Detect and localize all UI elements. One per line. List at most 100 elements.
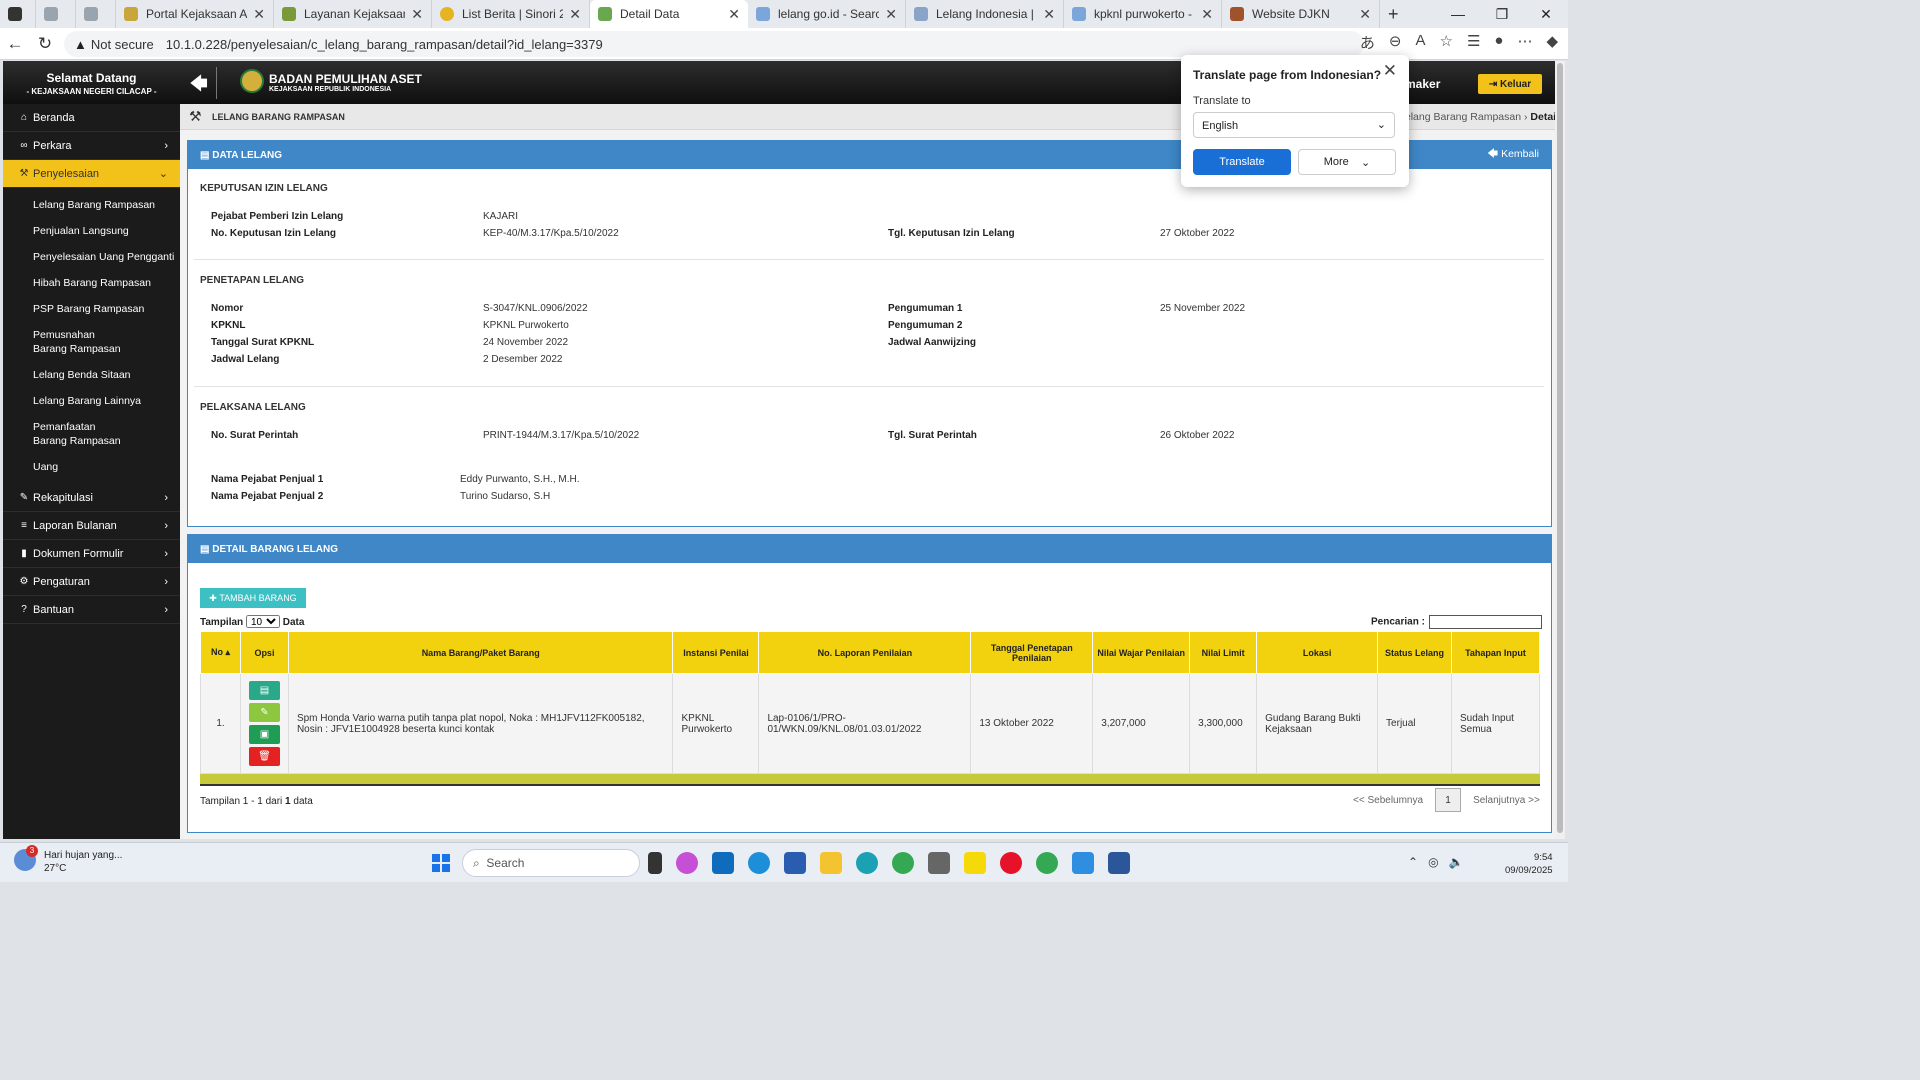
close-icon[interactable]: ✕ [1383, 61, 1397, 81]
current-page-button[interactable]: 1 [1435, 788, 1462, 812]
folder-icon[interactable] [820, 852, 842, 874]
refresh-icon[interactable]: ↻ [30, 34, 60, 54]
word-icon[interactable] [1108, 852, 1130, 874]
volume-icon[interactable]: 🔈 [1449, 855, 1464, 869]
submenu-item-psp[interactable]: PSP Barang Rampasan [3, 296, 180, 322]
save-icon[interactable]: ▣ [248, 725, 280, 744]
prev-page-button[interactable]: << Sebelumnya [1353, 795, 1423, 806]
page-size-select[interactable]: 10 [245, 615, 280, 628]
sidebar-item-bantuan[interactable]: ? Bantuan › [3, 596, 180, 624]
column-header[interactable]: Lokasi [1256, 631, 1379, 674]
copilot-icon[interactable] [676, 852, 698, 874]
edge-icon[interactable] [748, 852, 770, 874]
tab-portal-kejaksaan[interactable]: Portal Kejaksaan Agung R ✕ [116, 0, 274, 28]
column-header[interactable]: Nilai Limit [1189, 631, 1258, 674]
edit-icon[interactable]: ✎ [248, 703, 280, 722]
close-icon[interactable]: ✕ [569, 6, 581, 23]
close-icon[interactable]: ✕ [253, 6, 265, 23]
column-header[interactable]: Tanggal Penetapan Penilaian [970, 631, 1094, 674]
sidebar-item-perkara[interactable]: ∞ Perkara › [3, 132, 180, 160]
chrome-icon[interactable] [892, 852, 914, 874]
close-icon[interactable]: ✕ [728, 6, 740, 23]
sidebar-item-pengaturan[interactable]: ⚙ Pengaturan › [3, 568, 180, 596]
favorite-icon[interactable]: ☆ [1439, 32, 1452, 53]
more-button[interactable]: More ⌄ [1298, 149, 1396, 175]
submenu-item-hibah[interactable]: Hibah Barang Rampasan [3, 270, 180, 296]
store-icon[interactable] [784, 852, 806, 874]
submenu-item-benda-sitaan[interactable]: Lelang Benda Sitaan [3, 362, 180, 388]
close-window-icon[interactable]: ✕ [1524, 0, 1568, 28]
zoom-icon[interactable]: ⊖ [1389, 32, 1402, 53]
column-header[interactable]: Instansi Penilai [672, 631, 760, 674]
tab-website-djkn[interactable]: Website DJKN ✕ [1222, 0, 1380, 28]
tab-list-berita[interactable]: List Berita | Sinori 2.0 ✕ [432, 0, 590, 28]
calculator-icon[interactable] [928, 852, 950, 874]
submenu-item-pemusnahan[interactable]: Pemusnahan Barang Rampasan [3, 322, 123, 362]
cc-icon[interactable] [856, 852, 878, 874]
tab-lelang-search[interactable]: lelang go.id - Search ✕ [748, 0, 906, 28]
close-icon[interactable]: ✕ [885, 6, 897, 23]
translate-button[interactable]: Translate [1193, 149, 1291, 175]
tab-globe[interactable] [36, 0, 76, 28]
close-icon[interactable]: ✕ [1201, 6, 1213, 23]
next-page-button[interactable]: Selanjutnya >> [1473, 795, 1540, 806]
tambah-barang-button[interactable]: ✚ TAMBAH BARANG [200, 588, 306, 608]
tab-globe-2[interactable] [76, 0, 116, 28]
outlook-icon[interactable] [712, 852, 734, 874]
chevron-up-icon[interactable]: ⌃ [1408, 855, 1418, 869]
favorites-list-icon[interactable]: ☰ [1467, 32, 1480, 53]
sidebar-item-laporan-bulanan[interactable]: ≡ Laporan Bulanan › [3, 512, 180, 540]
logout-button[interactable]: ⇥ Keluar [1478, 74, 1542, 94]
chrome-profile-icon[interactable] [1036, 852, 1058, 874]
clock[interactable]: 9:54 09/09/2025 [1505, 851, 1553, 877]
search-input[interactable] [1428, 615, 1542, 629]
column-header[interactable]: Status Lelang [1377, 631, 1452, 674]
close-icon[interactable]: ✕ [411, 6, 423, 23]
tab-detail-data[interactable]: Detail Data ✕ [590, 0, 748, 28]
minimize-icon[interactable]: — [1436, 0, 1480, 28]
column-header[interactable]: Opsi [239, 631, 289, 674]
trash-icon[interactable]: 🗑 [248, 747, 280, 766]
read-aloud-icon[interactable]: A [1415, 32, 1425, 53]
tab-layanan-kejaksaan[interactable]: Layanan Kejaksaan | PELA ✕ [274, 0, 432, 28]
column-header[interactable]: No ▴ [200, 631, 241, 674]
copilot-icon[interactable]: ◆ [1546, 32, 1558, 53]
breadcrumb-link[interactable]: Lelang Barang Rampasan [1399, 111, 1521, 123]
column-header[interactable]: No. Laporan Penilaian [758, 631, 972, 674]
view-icon[interactable]: ▤ [248, 681, 280, 700]
column-header[interactable]: Nama Barang/Paket Barang [287, 631, 674, 674]
new-tab-button[interactable]: + [1380, 0, 1410, 28]
back-icon[interactable]: ← [0, 34, 30, 54]
sidebar-item-dokumen-formulir[interactable]: ▮ Dokumen Formulir › [3, 540, 180, 568]
submenu-item-barang-lainnya[interactable]: Lelang Barang Lainnya [3, 388, 180, 414]
sidebar-toggle-icon[interactable]: 🡄 [190, 71, 208, 100]
opera-icon[interactable] [1000, 852, 1022, 874]
submenu-item-penjualan-langsung[interactable]: Penjualan Langsung [3, 218, 180, 244]
kembali-button[interactable]: 🡄 Kembali [1487, 146, 1539, 164]
language-select[interactable]: English ⌄ [1193, 112, 1395, 138]
scrollbar-thumb[interactable] [1557, 63, 1563, 833]
close-icon[interactable]: ✕ [1043, 6, 1055, 23]
url-field[interactable]: ▲ Not secure 10.1.0.228/penyelesaian/c_l… [64, 31, 1364, 57]
profile-icon[interactable]: ● [1494, 32, 1503, 53]
tab-lelang-djkn[interactable]: Lelang Indonesia | DJKN ✕ [906, 0, 1064, 28]
tab-sidebar-toggle[interactable] [0, 0, 36, 28]
restore-icon[interactable]: ❐ [1480, 0, 1524, 28]
more-icon[interactable]: ⋯ [1517, 32, 1532, 53]
submenu-item-uang-pengganti[interactable]: Penyelesaian Uang Pengganti [3, 244, 180, 270]
translate-icon[interactable]: あ [1360, 32, 1375, 53]
scrollbar[interactable] [1555, 61, 1565, 839]
task-view-icon[interactable] [648, 852, 662, 874]
taskbar-search[interactable]: ⌕ Search [462, 849, 640, 877]
windows-start-icon[interactable] [432, 854, 450, 872]
sticky-notes-icon[interactable] [964, 852, 986, 874]
tab-kpknl-search[interactable]: kpknl purwokerto - Searc ✕ [1064, 0, 1222, 28]
sidebar-item-rekapitulasi[interactable]: ✎ Rekapitulasi › [3, 484, 180, 512]
column-header[interactable]: Tahapan Input [1451, 631, 1540, 674]
submenu-item-uang[interactable]: Uang [3, 454, 180, 480]
sidebar-item-penyelesaian[interactable]: ⚒ Penyelesaian ⌄ [3, 160, 180, 188]
submenu-item-pemanfaatan[interactable]: Pemanfaatan Barang Rampasan [3, 414, 123, 454]
close-icon[interactable]: ✕ [1359, 6, 1371, 23]
column-header[interactable]: Nilai Wajar Penilaian [1092, 631, 1191, 674]
app-icon[interactable] [1072, 852, 1094, 874]
